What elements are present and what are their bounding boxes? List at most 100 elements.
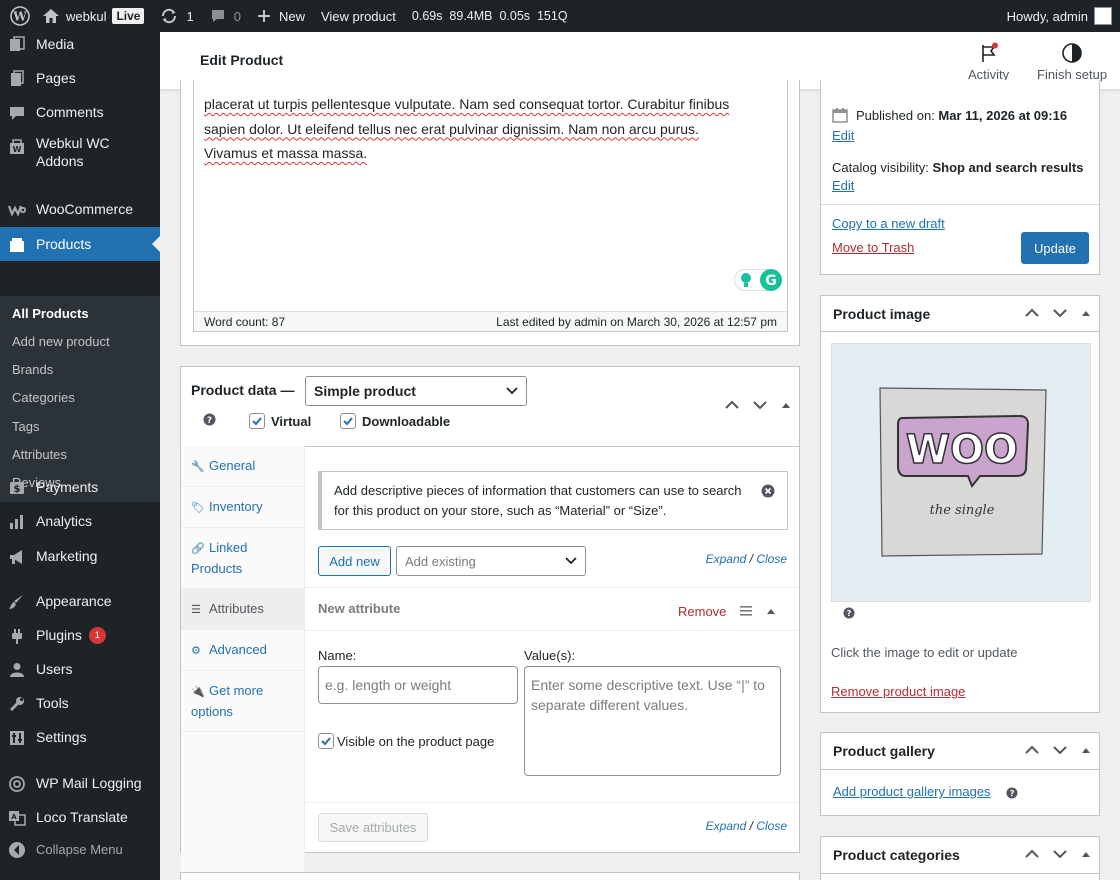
menu-item-appearance[interactable]: Appearance: [0, 584, 160, 618]
menu-item-label: WooCommerce: [36, 201, 133, 217]
menu-item-settings[interactable]: Settings: [0, 720, 160, 754]
tab-inventory[interactable]: 🏷 Inventory: [181, 487, 304, 528]
save-attributes-button[interactable]: Save attributes: [318, 813, 428, 842]
menu-item-label: Loco Translate: [36, 809, 128, 825]
menu-item-label: Plugins: [36, 627, 82, 643]
menu-item-users[interactable]: Users: [0, 652, 160, 686]
tab-general[interactable]: 🔧 General: [181, 446, 304, 487]
tab-get-more-options[interactable]: 🔌 Get more options: [181, 671, 304, 732]
view-product-link[interactable]: View product: [313, 0, 404, 32]
checkmark-icon: [343, 417, 353, 426]
collapse-triangle-icon[interactable]: [1081, 309, 1091, 317]
menu-item-marketing[interactable]: Marketing: [0, 539, 160, 573]
menu-item-payments[interactable]: $ Payments: [0, 470, 160, 504]
menu-item-label: Tools: [36, 695, 69, 711]
menu-item-pages[interactable]: Pages: [0, 61, 160, 95]
collapse-triangle-icon[interactable]: [1081, 850, 1091, 858]
help-icon[interactable]: ?: [1006, 787, 1018, 799]
submenu-tags[interactable]: Tags: [12, 419, 39, 434]
new-content-link[interactable]: New: [249, 0, 313, 32]
tab-attributes[interactable]: ☰ Attributes: [181, 589, 304, 630]
attribute-row-header[interactable]: New attribute Remove: [305, 587, 799, 631]
edit-catalog-visibility-link[interactable]: Edit: [832, 178, 854, 193]
submenu-all-products[interactable]: All Products: [12, 306, 89, 321]
menu-item-comments[interactable]: Comments: [0, 95, 160, 129]
remove-product-image-link[interactable]: Remove product image: [831, 684, 965, 699]
help-icon[interactable]: ?: [843, 607, 855, 619]
menu-item-media[interactable]: Media: [0, 27, 160, 61]
close-link[interactable]: Close: [756, 552, 787, 566]
chevron-up-icon[interactable]: [725, 400, 739, 410]
name-placeholder: e.g. length or weight: [325, 677, 452, 693]
published-on-label: Published on:: [856, 108, 935, 123]
chevron-up-icon[interactable]: [1025, 849, 1039, 859]
comments-link[interactable]: 0: [202, 0, 249, 32]
tab-label: Advanced: [209, 642, 267, 657]
menu-item-loco-translate[interactable]: A Loco Translate: [0, 800, 160, 834]
admin-bar: W webkul Live 1 0 New View product 0.69s…: [0, 0, 1120, 32]
submenu-brands[interactable]: Brands: [12, 362, 53, 377]
submenu-add-new-product[interactable]: Add new product: [12, 334, 110, 349]
chevron-down-icon[interactable]: [1053, 745, 1067, 755]
menu-item-analytics[interactable]: Analytics: [0, 504, 160, 538]
menu-item-tools[interactable]: Tools: [0, 686, 160, 720]
virtual-checkbox[interactable]: [249, 413, 265, 429]
product-type-select[interactable]: Simple product: [305, 376, 527, 406]
collapse-menu-button[interactable]: Collapse Menu: [0, 832, 160, 866]
chevron-down-icon[interactable]: [753, 400, 767, 410]
products-icon: [10, 238, 24, 252]
add-existing-attribute-select[interactable]: Add existing: [396, 546, 586, 576]
chevron-up-icon[interactable]: [1025, 308, 1039, 318]
tab-advanced[interactable]: ⚙ Advanced: [181, 630, 304, 671]
expand-link[interactable]: Expand: [706, 552, 747, 566]
chevron-down-icon[interactable]: [1053, 849, 1067, 859]
update-button[interactable]: Update: [1021, 232, 1089, 264]
copy-to-draft-link[interactable]: Copy to a new draft: [832, 216, 945, 231]
menu-item-woocommerce[interactable]: WooCommerce: [0, 192, 160, 226]
query-monitor-stats[interactable]: 0.69s 89.4MB 0.05s 151Q: [404, 0, 576, 32]
finish-setup-button[interactable]: Finish setup: [1037, 42, 1107, 82]
dismiss-icon[interactable]: [761, 484, 775, 498]
product-image[interactable]: WOO the single: [831, 343, 1091, 602]
pages-icon: [11, 70, 24, 86]
grammarly-icon[interactable]: G: [760, 269, 782, 291]
webkul-icon: W: [10, 139, 24, 154]
help-icon[interactable]: ?: [203, 413, 216, 426]
howdy-user[interactable]: Howdy, admin: [1007, 0, 1088, 32]
menu-item-plugins[interactable]: Plugins 1: [0, 618, 160, 652]
chevron-down-icon[interactable]: [1053, 308, 1067, 318]
activity-button[interactable]: Activity: [968, 42, 1009, 82]
attribute-name-input[interactable]: e.g. length or weight: [318, 666, 518, 704]
chevron-up-icon[interactable]: [1025, 745, 1039, 755]
svg-text:?: ?: [847, 608, 852, 618]
collapse-triangle-icon[interactable]: [766, 607, 776, 615]
attribute-values-textarea[interactable]: Enter some descriptive text. Use “|” to …: [524, 666, 781, 776]
collapse-triangle-icon[interactable]: [781, 401, 791, 409]
add-gallery-images-link[interactable]: Add product gallery images: [833, 784, 991, 799]
appearance-icon: [9, 595, 23, 609]
move-to-trash-link[interactable]: Move to Trash: [832, 240, 914, 255]
close-link[interactable]: Close: [756, 819, 787, 833]
menu-item-wp-mail-logging[interactable]: WP Mail Logging: [0, 766, 160, 800]
edit-published-date-link[interactable]: Edit: [832, 128, 854, 143]
visible-on-product-page-checkbox[interactable]: [318, 733, 334, 749]
downloadable-checkbox[interactable]: [340, 413, 356, 429]
submenu-attributes[interactable]: Attributes: [12, 447, 67, 462]
lightbulb-icon[interactable]: [737, 271, 759, 293]
checkmark-icon: [321, 737, 331, 746]
remove-attribute-link[interactable]: Remove: [678, 604, 726, 619]
svg-text:$: $: [14, 484, 21, 495]
add-new-attribute-button[interactable]: Add new: [318, 546, 391, 576]
menu-item-webkul-addons[interactable]: W Webkul WC Addons: [0, 134, 160, 178]
expand-close-links: Expand / Close: [706, 552, 787, 566]
collapse-icon: [9, 842, 25, 858]
submenu-categories[interactable]: Categories: [12, 390, 75, 405]
media-icon: [10, 36, 25, 51]
tab-linked-products[interactable]: 🔗 Linked Products: [181, 528, 304, 589]
editor-textarea[interactable]: placerat ut turpis pellentesque vulputat…: [193, 80, 788, 332]
avatar[interactable]: [1094, 7, 1112, 25]
menu-item-products[interactable]: Products: [0, 227, 160, 261]
collapse-triangle-icon[interactable]: [1081, 746, 1091, 754]
drag-handle-icon[interactable]: [740, 606, 752, 616]
expand-link[interactable]: Expand: [706, 819, 747, 833]
